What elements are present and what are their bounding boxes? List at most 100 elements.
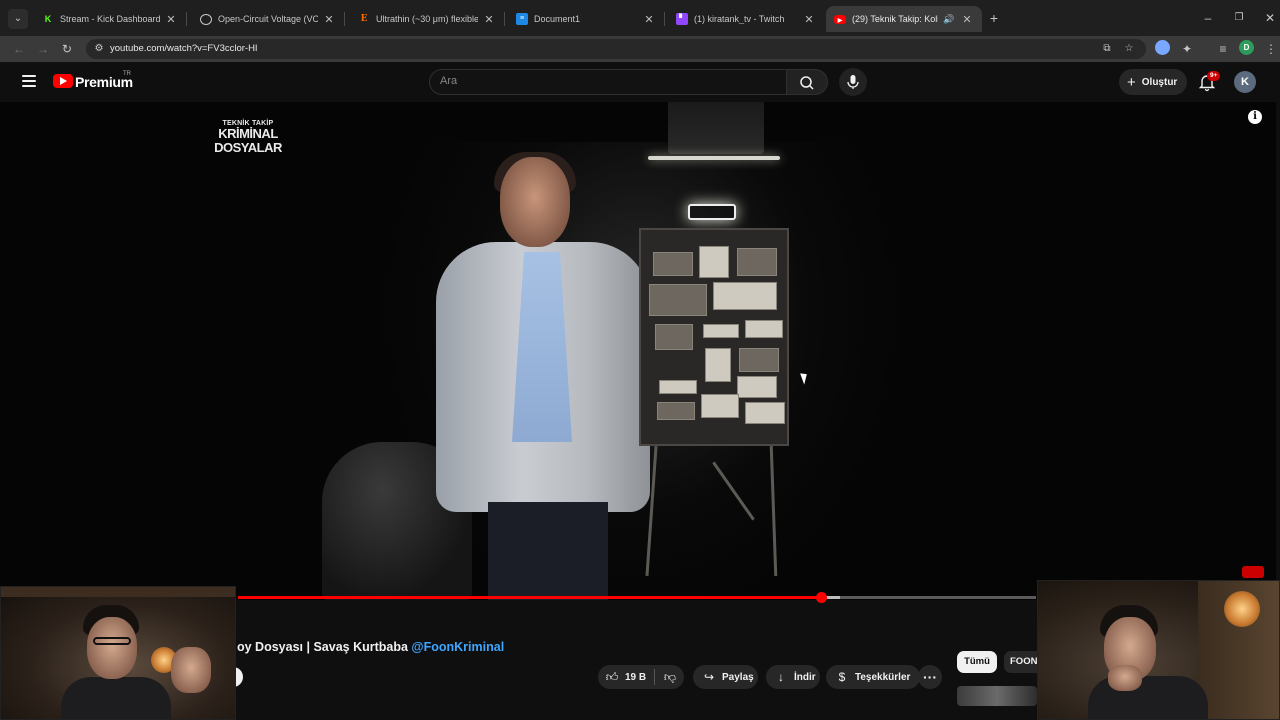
tab-separator <box>664 12 665 26</box>
video-title-text: oy Dosyası | Savaş Kurtbaba <box>237 640 408 654</box>
video-frame-presenter-face <box>500 157 570 247</box>
tab-ultrathin-article[interactable]: E Ultrathin (~30 μm) flexible mo ✕ <box>350 6 505 32</box>
youtube-icon: ▶ <box>834 14 846 24</box>
close-tab-icon[interactable]: ✕ <box>642 13 656 26</box>
webcam-bookshelf <box>1 587 235 597</box>
webcam-person-face <box>87 617 137 679</box>
youtube-header: Premium TR + Oluştur <box>0 62 1280 102</box>
tab-document1[interactable]: ≡ Document1 ✕ <box>508 6 665 32</box>
search-button[interactable] <box>787 69 828 95</box>
media-controls-icon[interactable]: ≡ <box>1214 40 1232 58</box>
minimize-icon[interactable]: – <box>1200 10 1216 26</box>
tab-open-circuit-voltage[interactable]: Open-Circuit Voltage (VOC) Enh ✕ <box>192 6 345 32</box>
back-arrow-icon[interactable]: ← <box>10 40 28 58</box>
evidence-clipping <box>737 376 777 398</box>
filter-chip-foon[interactable]: FOON <box>1004 651 1038 673</box>
tab-twitch[interactable]: ▘ (1) kiratank_tv - Twitch ✕ <box>668 6 824 32</box>
site-info-tune-icon[interactable]: ⚙ <box>92 42 106 56</box>
video-frame-lamp-rim <box>648 156 780 160</box>
extensions-puzzle-icon[interactable]: ✦ <box>1178 40 1196 58</box>
install-app-icon[interactable]: ⧉ <box>1100 42 1114 56</box>
tab-title: Open-Circuit Voltage (VOC) Enh <box>218 14 318 24</box>
address-bar[interactable]: ⚙ youtube.com/watch?v=FV3cclor-HI ⧉ ☆ <box>86 39 1146 59</box>
create-label: Oluştur <box>1141 76 1178 88</box>
youtube-logo-icon[interactable] <box>53 74 73 88</box>
evidence-clipping <box>649 284 707 316</box>
profile-avatar-icon[interactable]: D <box>1239 40 1254 55</box>
search-icon <box>800 76 814 90</box>
tab-title: (1) kiratank_tv - Twitch <box>694 14 785 24</box>
tab-kick-dashboard[interactable]: K Stream - Kick Dashboard ✕ <box>34 6 187 32</box>
tab-youtube-active[interactable]: ▶ (29) Teknik Takip: Kolici Orh 🔊 ✕ <box>826 6 982 32</box>
speaker-icon[interactable]: 🔊 <box>942 14 956 25</box>
filter-chip-all[interactable]: Tümü <box>957 651 997 673</box>
video-frame-presenter-legs <box>488 502 608 600</box>
account-avatar[interactable]: K <box>1234 71 1256 93</box>
search-input[interactable] <box>440 75 770 87</box>
forward-arrow-icon[interactable]: → <box>34 40 52 58</box>
search-box <box>429 69 787 95</box>
evidence-clipping <box>705 348 731 382</box>
thanks-label: Teşekkürler <box>855 671 911 683</box>
dislike-button[interactable]: 👎︎ <box>660 665 680 689</box>
tab-title: Ultrathin (~30 μm) flexible mo <box>376 14 478 24</box>
evidence-clipping <box>659 380 697 394</box>
tab-separator <box>186 12 187 26</box>
extension-circle-icon[interactable] <box>1155 40 1170 55</box>
url-text[interactable]: youtube.com/watch?v=FV3cclor-HI <box>110 43 258 54</box>
close-tab-icon[interactable]: ✕ <box>322 13 336 26</box>
close-tab-icon[interactable]: ✕ <box>482 13 496 26</box>
thumbs-up-icon: 👍︎ <box>605 669 619 684</box>
close-tab-icon[interactable]: ✕ <box>960 13 974 26</box>
watermark-bottom-text: DOSYALAR <box>214 140 282 155</box>
restore-icon[interactable]: ❐ <box>1231 10 1247 26</box>
youtube-endscreen-icon[interactable] <box>1242 566 1264 578</box>
tab-title: Document1 <box>534 14 581 24</box>
video-frame-ceiling-lamp <box>668 102 764 154</box>
tab-separator <box>504 12 505 26</box>
create-button[interactable]: + Oluştur <box>1119 69 1187 95</box>
chrome-menu-icon[interactable]: ⋮ <box>1262 40 1280 58</box>
menu-hamburger-icon[interactable] <box>22 75 36 87</box>
more-actions-button[interactable]: ··· <box>918 665 942 689</box>
download-arrow-icon: ↓ <box>778 670 784 684</box>
download-label: İndir <box>794 671 816 683</box>
webcam-person-shirt <box>61 677 171 719</box>
tab-search-chevron-icon[interactable]: ⌄ <box>8 9 28 29</box>
webcam-person-shirt <box>1088 676 1208 719</box>
bookmark-star-icon[interactable]: ☆ <box>1122 42 1136 56</box>
microphone-icon <box>847 75 859 89</box>
evidence-clipping <box>657 402 695 420</box>
tab-title: (29) Teknik Takip: Kolici Orh <box>852 14 938 24</box>
voice-search-button[interactable] <box>839 68 867 96</box>
close-tab-icon[interactable]: ✕ <box>802 13 816 26</box>
tab-title: Stream - Kick Dashboard <box>60 14 160 24</box>
region-code: TR <box>123 71 131 77</box>
share-button[interactable]: ↪ Paylaş <box>693 665 758 689</box>
video-frame-board-lamp <box>688 204 736 220</box>
more-horizontal-icon: ··· <box>923 669 937 685</box>
notification-count-badge: 9+ <box>1207 71 1221 81</box>
close-tab-icon[interactable]: ✕ <box>164 13 178 26</box>
tab-separator <box>344 12 345 26</box>
thanks-button[interactable]: $ Teşekkürler <box>826 665 920 689</box>
progress-bar[interactable] <box>238 592 1036 603</box>
download-button[interactable]: ↓ İndir <box>766 665 820 689</box>
screen: ⌄ K Stream - Kick Dashboard ✕ Open-Circu… <box>0 0 1280 720</box>
evidence-clipping <box>701 394 739 418</box>
new-tab-plus-icon[interactable]: + <box>986 10 1002 26</box>
plus-icon: + <box>1127 73 1136 91</box>
webcam-lamp <box>1224 591 1260 627</box>
window-close-icon[interactable]: ✕ <box>1262 10 1278 26</box>
evidence-clipping <box>739 348 779 372</box>
webcam-person-glasses <box>93 637 131 645</box>
progress-scrubber-knob[interactable] <box>815 592 827 603</box>
video-player[interactable]: TEKNİK TAKİP KRİMİNAL DOSYALAR i <box>0 102 1276 600</box>
evidence-clipping <box>699 246 729 278</box>
webcam-person-hand <box>171 647 211 693</box>
reload-icon[interactable]: ↻ <box>58 40 76 58</box>
super-thanks-icon: $ <box>838 670 846 684</box>
channel-handle-link[interactable]: @FoonKriminal <box>411 640 504 654</box>
recommended-thumbnail[interactable] <box>957 686 1037 706</box>
info-icon[interactable]: i <box>1248 110 1262 124</box>
